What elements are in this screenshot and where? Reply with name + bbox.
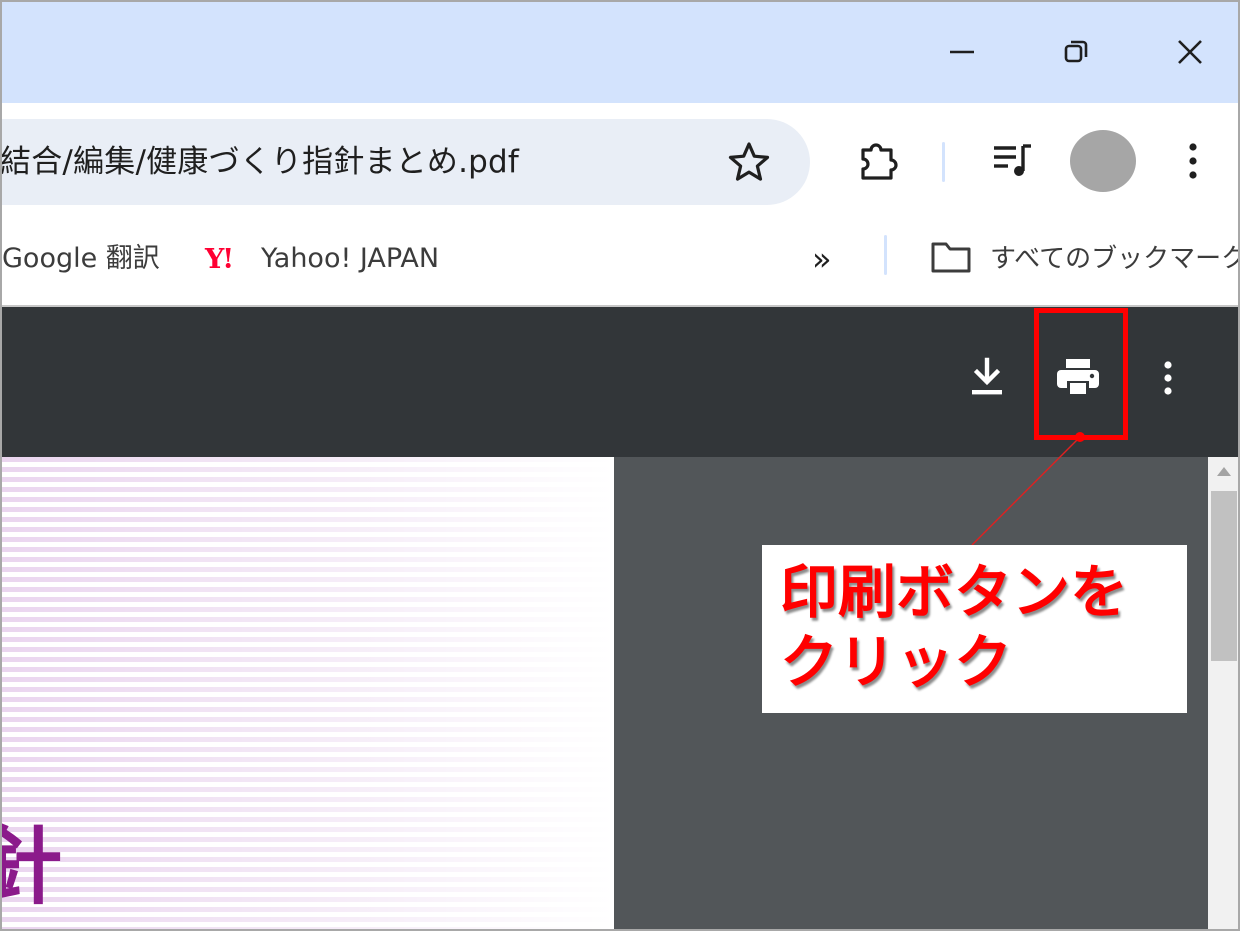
url-text: 結合/編集/健康づくり指針まとめ.pdf [0, 144, 520, 180]
close-icon [1178, 40, 1202, 64]
restore-button[interactable] [1046, 22, 1106, 82]
minimize-icon [950, 50, 974, 54]
extensions-icon[interactable] [855, 138, 903, 184]
chrome-menu-icon[interactable] [1180, 140, 1206, 184]
pdf-more-options-icon[interactable] [1156, 359, 1180, 399]
toolbar-separator [942, 142, 945, 182]
scroll-up-arrow-icon[interactable] [1217, 467, 1231, 476]
annotation-callout: 印刷ボタンを クリック [762, 545, 1187, 713]
address-bar[interactable]: 結合/編集/健康づくり指針まとめ.pdf [0, 119, 810, 205]
minimize-button[interactable] [932, 22, 992, 82]
more-bookmarks-chevron-icon[interactable]: » [812, 239, 832, 279]
restore-icon [1064, 40, 1088, 63]
media-queue-icon[interactable] [990, 140, 1036, 180]
page-title-fragment: 針 [0, 818, 63, 916]
bookmark-google-translate[interactable]: Google 翻訳 [2, 239, 160, 279]
all-bookmarks-label[interactable]: すべてのブックマーク [990, 239, 1240, 279]
bookmarks-separator [884, 235, 887, 275]
title-bar [0, 0, 1240, 103]
vertical-scrollbar[interactable] [1208, 457, 1240, 931]
bookmarks-bar: Google 翻訳 Y! Yahoo! JAPAN » すべてのブックマーク [0, 217, 1240, 307]
profile-avatar[interactable] [1070, 130, 1136, 192]
bookmark-yahoo-japan[interactable]: Yahoo! JAPAN [261, 239, 439, 279]
pdf-page: 針 [0, 457, 614, 931]
scroll-thumb[interactable] [1211, 491, 1237, 661]
print-button-highlight [1034, 308, 1128, 440]
browser-toolbar: 結合/編集/健康づくり指針まとめ.pdf [0, 103, 1240, 217]
download-icon[interactable] [968, 357, 1006, 399]
folder-icon [931, 242, 971, 273]
yahoo-logo-icon: Y! [205, 244, 234, 275]
close-button[interactable] [1160, 22, 1220, 82]
annotation-text: 印刷ボタンを クリック [780, 558, 1129, 696]
bookmark-star-icon[interactable] [726, 139, 772, 185]
